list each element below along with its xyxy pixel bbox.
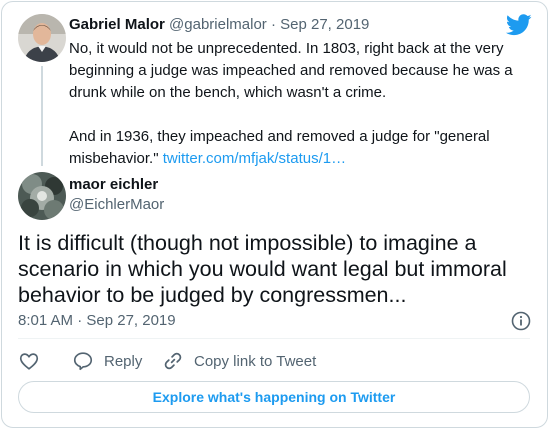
- copy-link-label: Copy link to Tweet: [194, 352, 317, 370]
- parent-tweet-header: Gabriel Malor @gabrielmalor · Sep 27, 20…: [69, 16, 369, 33]
- like-button[interactable]: [18, 350, 40, 372]
- info-icon[interactable]: [511, 311, 531, 331]
- copy-link-button[interactable]: Copy link to Tweet: [162, 350, 316, 372]
- tweet-timestamp[interactable]: 8:01 AM · Sep 27, 2019: [18, 312, 176, 329]
- heart-icon: [19, 353, 39, 370]
- parent-date-separator: ·: [270, 16, 276, 33]
- reply-label: Reply: [104, 352, 143, 370]
- explore-twitter-button[interactable]: Explore what's happening on Twitter: [18, 381, 530, 413]
- twitter-bird-icon[interactable]: [505, 14, 532, 36]
- main-author-name[interactable]: maor eichler: [69, 176, 158, 193]
- parent-paragraph-1: No, it would not be unprecedented. In 18…: [69, 40, 513, 101]
- parent-author-handle[interactable]: @gabrielmalor: [169, 16, 267, 33]
- link-icon: [164, 352, 182, 370]
- parent-paragraph-2: And in 1936, they impeached and removed …: [69, 126, 529, 170]
- parent-tweet-text: No, it would not be unprecedented. In 18…: [69, 38, 529, 170]
- reply-button[interactable]: Reply: [72, 350, 142, 372]
- avatar-maor-eichler[interactable]: [18, 172, 66, 220]
- speech-bubble-icon: [73, 352, 93, 371]
- parent-author-name[interactable]: Gabriel Malor: [69, 16, 165, 33]
- avatar-gabriel-malor[interactable]: [18, 14, 66, 62]
- main-author-handle[interactable]: @EichlerMaor: [69, 196, 164, 213]
- thread-connector-line: [41, 66, 43, 166]
- main-tweet-text: It is difficult (though not impossible) …: [18, 231, 507, 307]
- parent-tweet-date[interactable]: Sep 27, 2019: [280, 16, 369, 33]
- explore-label: Explore what's happening on Twitter: [152, 389, 396, 405]
- actions-divider: [18, 338, 530, 339]
- parent-tweet-link[interactable]: twitter.com/mfjak/status/1…: [163, 150, 346, 167]
